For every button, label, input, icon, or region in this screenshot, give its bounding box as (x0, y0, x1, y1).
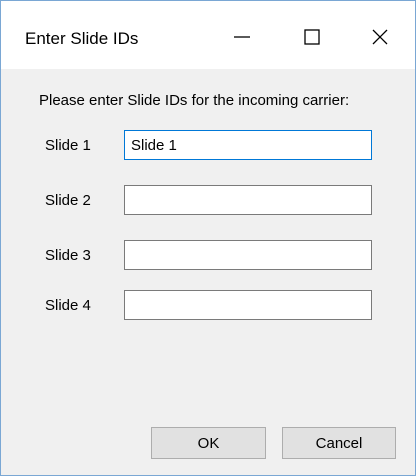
minimize-button[interactable] (219, 17, 265, 57)
minimize-icon (234, 36, 250, 38)
dialog-window: Enter Slide IDs Please enter Slide IDs f… (0, 0, 416, 476)
slide-1-input[interactable] (124, 130, 372, 160)
window-title: Enter Slide IDs (25, 29, 139, 48)
cancel-button[interactable]: Cancel (282, 427, 396, 459)
title-bar[interactable]: Enter Slide IDs (1, 1, 415, 69)
instruction-text: Please enter Slide IDs for the incoming … (39, 92, 350, 109)
ok-button[interactable]: OK (151, 427, 266, 459)
slide-2-input[interactable] (124, 185, 372, 215)
slide-3-input[interactable] (124, 240, 372, 270)
maximize-button[interactable] (289, 17, 335, 57)
slide-3-label: Slide 3 (45, 247, 91, 264)
slide-2-label: Slide 2 (45, 192, 91, 209)
maximize-icon (304, 29, 320, 45)
slide-1-label: Slide 1 (45, 137, 91, 154)
close-button[interactable] (357, 17, 403, 57)
slide-4-label: Slide 4 (45, 297, 91, 314)
slide-4-input[interactable] (124, 290, 372, 320)
close-icon (372, 29, 388, 45)
